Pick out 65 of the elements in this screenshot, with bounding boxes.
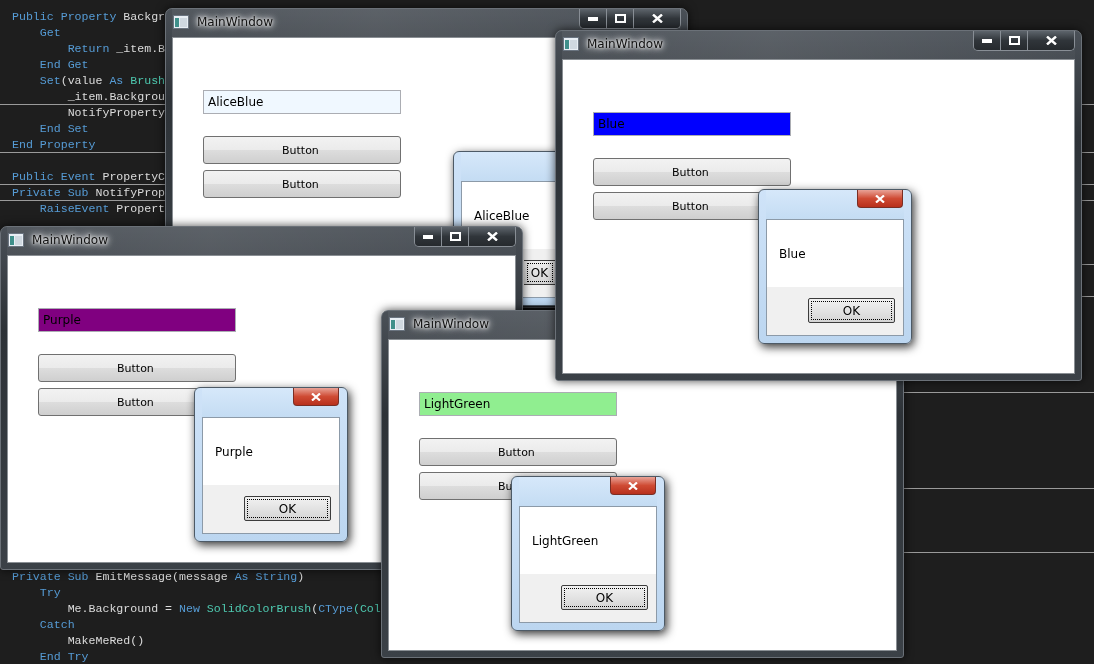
dialog-message: LightGreen	[532, 533, 599, 548]
window-title: MainWindow	[587, 37, 663, 51]
maximize-button[interactable]	[441, 227, 468, 246]
push-button[interactable]: Button	[593, 158, 791, 186]
code-line: _item.Backgrou	[66, 90, 166, 103]
window-title: MainWindow	[197, 15, 273, 29]
dialog-message: AliceBlue	[474, 208, 530, 223]
minimize-icon	[423, 234, 433, 239]
text-field[interactable]: LightGreen	[419, 392, 617, 416]
minimize-icon	[982, 38, 992, 43]
maximize-icon	[614, 14, 626, 23]
ok-button[interactable]: OK	[524, 260, 556, 285]
code-line: End Property	[12, 138, 96, 151]
window-icon	[563, 37, 579, 51]
push-button[interactable]: Button	[38, 354, 236, 382]
ok-button[interactable]: OK	[808, 298, 895, 323]
close-icon	[1045, 36, 1057, 45]
dialog-message: Purple	[215, 444, 253, 459]
window-icon	[173, 15, 189, 29]
code-line: Try	[38, 586, 61, 599]
minimize-button[interactable]	[974, 31, 1000, 50]
code-line: MakeMeRed()	[66, 634, 145, 647]
code-line: Public Event PropertyC	[12, 170, 166, 183]
push-button[interactable]: Button	[419, 438, 617, 466]
maximize-icon	[1008, 36, 1020, 45]
code-line: Private Sub NotifyProp	[12, 186, 166, 199]
push-button[interactable]: Button	[203, 136, 401, 164]
close-button[interactable]	[293, 388, 339, 406]
code-line: Get	[38, 26, 61, 39]
code-line: Me.Background = New SolidColorBrush(CType(Col	[66, 602, 381, 615]
code-line: NotifyProperty	[66, 106, 166, 119]
code-line: End Get	[38, 58, 89, 71]
maximize-button[interactable]	[1000, 31, 1027, 50]
maximize-icon	[449, 232, 461, 241]
window-icon	[389, 317, 405, 331]
code-line: Catch	[38, 618, 75, 631]
code-line: Set(value As Brush	[38, 74, 166, 87]
code-line: End Try	[38, 650, 89, 663]
text-field[interactable]: AliceBlue	[203, 90, 401, 114]
close-icon	[875, 194, 885, 203]
close-button[interactable]	[468, 227, 515, 246]
code-line: RaiseEvent Propert	[38, 202, 166, 215]
close-icon	[486, 232, 498, 241]
close-icon	[311, 392, 321, 401]
minimize-button[interactable]	[580, 9, 606, 28]
code-line: Private Sub EmitMessage(message As String)	[12, 570, 305, 583]
code-line: Return _item.B	[66, 42, 166, 55]
close-button[interactable]	[633, 9, 680, 28]
close-button[interactable]	[1027, 31, 1074, 50]
close-icon	[628, 481, 638, 490]
close-icon	[651, 14, 663, 23]
ok-button[interactable]: OK	[244, 496, 331, 521]
window-title: MainWindow	[32, 233, 108, 247]
ok-button[interactable]: OK	[561, 585, 648, 610]
dialog-message: Blue	[779, 246, 806, 261]
code-line: End Set	[38, 122, 89, 135]
close-button[interactable]	[610, 477, 656, 495]
window-icon	[8, 233, 24, 247]
close-button[interactable]	[857, 190, 903, 208]
push-button[interactable]: Button	[203, 170, 401, 198]
minimize-button[interactable]	[415, 227, 441, 246]
maximize-button[interactable]	[606, 9, 633, 28]
window-title: MainWindow	[413, 317, 489, 331]
code-line: Public Property Backgr	[12, 10, 166, 23]
minimize-icon	[588, 16, 598, 21]
